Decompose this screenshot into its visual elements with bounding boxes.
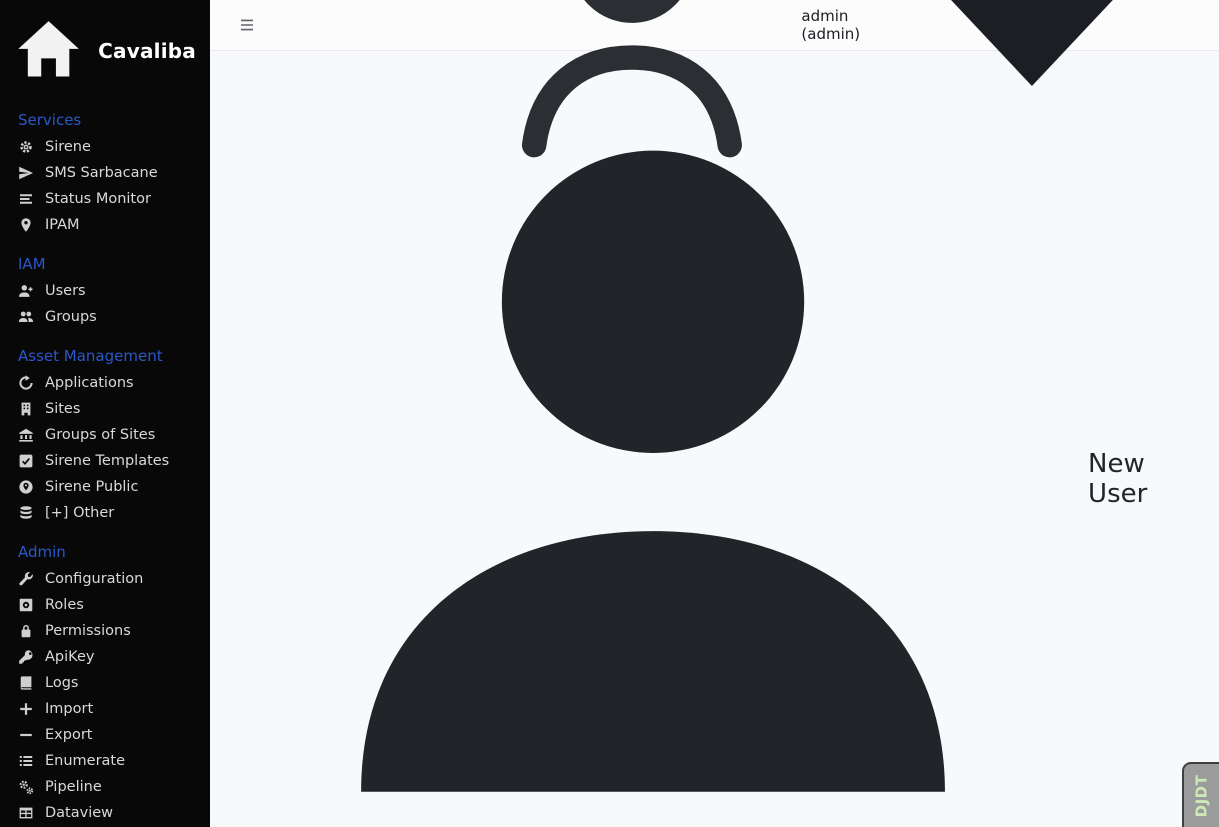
sidebar-item-label: Sirene Templates <box>45 453 169 469</box>
menu-toggle-button[interactable] <box>237 17 257 33</box>
map-marker-icon <box>18 217 34 233</box>
debug-toolbar-label: DJDT <box>1193 774 1211 817</box>
sidebar-item-status-monitor[interactable]: Status Monitor <box>18 186 210 212</box>
sidebar-item-label: Status Monitor <box>45 191 151 207</box>
database-icon <box>18 505 34 521</box>
home-icon <box>14 16 83 85</box>
sidebar-item-label: Export <box>45 727 92 743</box>
sidebar-section-asset-management: Asset Management Applications Sites Groups … <box>18 347 210 526</box>
sidebar-item-label: ApiKey <box>45 649 94 665</box>
plus-icon <box>18 701 34 717</box>
globe-rotate-icon <box>18 375 34 391</box>
sidebar-item-dataview[interactable]: Dataview <box>18 800 210 826</box>
sidebar-item-label: Permissions <box>45 623 131 639</box>
server-bars-icon <box>18 191 34 207</box>
bank-icon <box>18 427 34 443</box>
sidebar-section-heading: Admin <box>18 543 210 561</box>
sidebar-item-sirene[interactable]: Sirene <box>18 134 210 160</box>
sidebar-item-sirene-templates[interactable]: Sirene Templates <box>18 448 210 474</box>
sidebar-item-label: Pipeline <box>45 779 102 795</box>
page-title: New User <box>1088 449 1196 509</box>
sidebar-item-label: Sirene Public <box>45 479 138 495</box>
sidebar-item-pipeline[interactable]: Pipeline <box>18 774 210 800</box>
wrench-icon <box>18 571 34 587</box>
sidebar-item-configuration[interactable]: Configuration <box>18 566 210 592</box>
sidebar-item-label: [+] Other <box>45 505 114 521</box>
brand-name: Cavaliba <box>98 39 196 63</box>
sidebar-item-label: Configuration <box>45 571 143 587</box>
sidebar-nav: Services Sirene SMS Sarbacane Status Monito… <box>0 97 210 827</box>
sidebar-section-admin: Admin Configuration Roles Permissions ApiKey… <box>18 543 210 827</box>
sidebar-item-label: Groups of Sites <box>45 427 155 443</box>
sidebar-item-label: SMS Sarbacane <box>45 165 158 181</box>
sidebar-section-heading: Asset Management <box>18 347 210 365</box>
user-plus-icon <box>18 283 34 299</box>
sidebar-section-services: Services Sirene SMS Sarbacane Status Monito… <box>18 111 210 238</box>
sidebar: Cavaliba Services Sirene SMS Sarbacane Stat… <box>0 0 210 827</box>
sidebar-item-label: Sirene <box>45 139 91 155</box>
debug-toolbar-handle[interactable]: DJDT <box>1182 762 1219 827</box>
topbar: admin (admin) <box>210 0 1219 51</box>
sidebar-item-sirene-public[interactable]: Sirene Public <box>18 474 210 500</box>
list-icon <box>18 753 34 769</box>
sidebar-item-export[interactable]: Export <box>18 722 210 748</box>
gear-icon <box>18 139 34 155</box>
brand[interactable]: Cavaliba <box>0 0 210 97</box>
sidebar-item-label: Enumerate <box>45 753 125 769</box>
sidebar-section-heading: IAM <box>18 255 210 273</box>
building-icon <box>18 401 34 417</box>
sidebar-item-label: Groups <box>45 309 97 325</box>
send-icon <box>18 165 34 181</box>
sidebar-item-sms-sarbacane[interactable]: SMS Sarbacane <box>18 160 210 186</box>
sidebar-item-label: Users <box>45 283 86 299</box>
user-icon <box>236 62 1070 827</box>
sidebar-item-groups[interactable]: Groups <box>18 304 210 330</box>
table-icon <box>18 805 34 821</box>
sidebar-item-logs[interactable]: Logs <box>18 670 210 696</box>
sidebar-item-users[interactable]: Users <box>18 278 210 304</box>
sidebar-item-sites[interactable]: Sites <box>18 396 210 422</box>
lock-icon <box>18 623 34 639</box>
minus-icon <box>18 727 34 743</box>
sidebar-item-roles[interactable]: Roles <box>18 592 210 618</box>
sidebar-item-ipam[interactable]: IPAM <box>18 212 210 238</box>
sidebar-item-label: Roles <box>45 597 84 613</box>
sidebar-item-label: Import <box>45 701 93 717</box>
sidebar-item-label: Logs <box>45 675 78 691</box>
sidebar-item-other[interactable]: [+] Other <box>18 500 210 526</box>
sidebar-item-applications[interactable]: Applications <box>18 370 210 396</box>
users-icon <box>18 309 34 325</box>
sidebar-item-apikey[interactable]: ApiKey <box>18 644 210 670</box>
sidebar-item-label: Dataview <box>45 805 113 821</box>
sidebar-item-enumerate[interactable]: Enumerate <box>18 748 210 774</box>
globe-pin-icon <box>18 479 34 495</box>
vault-icon <box>18 597 34 613</box>
key-icon <box>18 649 34 665</box>
sidebar-item-groups-of-sites[interactable]: Groups of Sites <box>18 422 210 448</box>
hamburger-icon <box>237 17 257 33</box>
check-square-icon <box>18 453 34 469</box>
user-menu-label: admin (admin) <box>801 7 860 43</box>
sidebar-item-label: IPAM <box>45 217 80 233</box>
sidebar-item-label: Sites <box>45 401 80 417</box>
sidebar-item-permissions[interactable]: Permissions <box>18 618 210 644</box>
gears-icon <box>18 779 34 795</box>
main-area: admin (admin) New User Back Save Actif:L… <box>210 0 1219 827</box>
sidebar-section-iam: IAM Users Groups <box>18 255 210 330</box>
sidebar-section-heading: Services <box>18 111 210 129</box>
book-icon <box>18 675 34 691</box>
page-header: New User <box>210 51 1219 827</box>
sidebar-item-label: Applications <box>45 375 134 391</box>
sidebar-item-import[interactable]: Import <box>18 696 210 722</box>
